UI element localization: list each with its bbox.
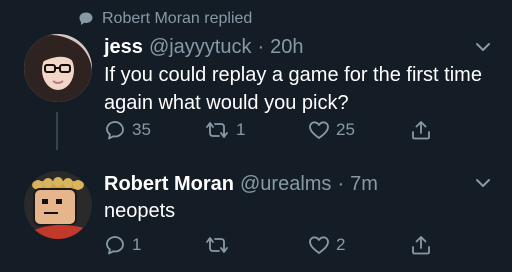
like-button[interactable]: 25 xyxy=(308,119,355,141)
chevron-down-icon[interactable] xyxy=(472,172,494,194)
speech-bubble-icon xyxy=(79,12,93,25)
display-name[interactable]: jess xyxy=(104,36,143,59)
like-count: 2 xyxy=(336,235,346,254)
share-icon[interactable] xyxy=(410,119,432,141)
reply-button[interactable]: 35 xyxy=(104,119,151,141)
user-handle[interactable]: @urealms xyxy=(240,173,331,196)
share-icon[interactable] xyxy=(410,234,432,256)
reply-icon xyxy=(106,236,124,255)
separator-dot: · xyxy=(257,36,265,58)
retweet-icon xyxy=(206,122,228,138)
thread-connector xyxy=(56,112,58,150)
like-count: 25 xyxy=(336,120,355,139)
retweet-count: 1 xyxy=(236,120,246,139)
reply-context: Robert Moran replied xyxy=(78,8,252,30)
reply-icon xyxy=(106,121,124,140)
avatar[interactable] xyxy=(24,34,92,102)
like-button[interactable]: 2 xyxy=(308,234,345,256)
like-icon xyxy=(309,236,329,254)
retweet-button[interactable]: 1 xyxy=(204,119,245,141)
timestamp[interactable]: 7m xyxy=(350,173,378,196)
timestamp[interactable]: 20h xyxy=(270,36,303,59)
retweet-icon xyxy=(206,237,228,253)
separator-dot: · xyxy=(337,173,345,195)
tweet-header: jess @jayyytuck · 20h xyxy=(104,36,304,59)
tweet-header: Robert Moran @urealms · 7m xyxy=(104,173,378,196)
user-handle[interactable]: @jayyytuck xyxy=(149,36,252,59)
chevron-down-icon[interactable] xyxy=(472,36,494,58)
avatar-robert-image xyxy=(24,171,92,239)
like-icon xyxy=(309,121,329,139)
reply-count: 1 xyxy=(132,235,142,254)
reply-count: 35 xyxy=(132,120,151,139)
avatar-jess-image xyxy=(24,34,92,102)
reply-context-label: Robert Moran replied xyxy=(102,10,253,27)
reply-button[interactable]: 1 xyxy=(104,234,141,256)
avatar[interactable] xyxy=(24,171,92,239)
retweet-button[interactable] xyxy=(204,234,236,256)
display-name[interactable]: Robert Moran xyxy=(104,173,234,196)
tweet-text: If you could replay a game for the first… xyxy=(104,64,482,114)
tweet-text: neopets xyxy=(104,200,176,222)
